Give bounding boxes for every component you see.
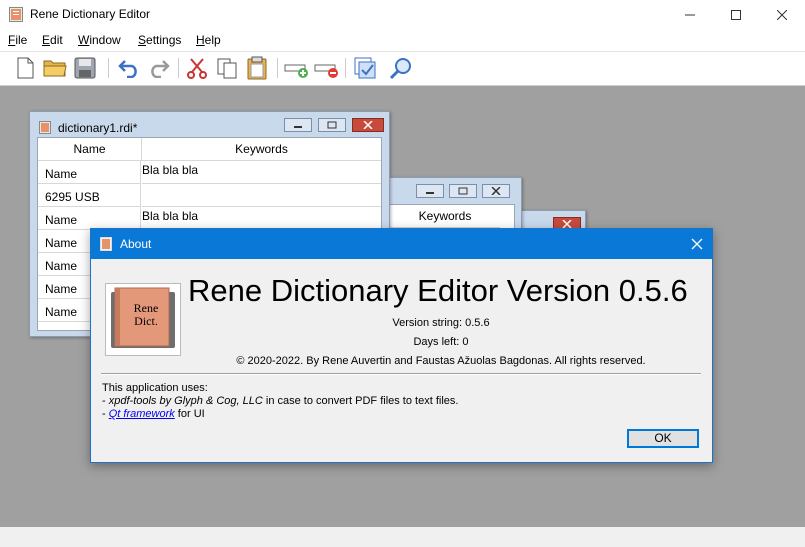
- about-dialog: About Rene Dict. Rene Dictionary Editor …: [90, 228, 713, 463]
- close-icon: [777, 10, 787, 20]
- restore-icon: [458, 187, 468, 195]
- days-left: Days left: 0: [413, 336, 469, 348]
- mdi-title: dictionary1.rdi*: [58, 121, 138, 135]
- redo-icon: [151, 60, 170, 78]
- paste-button[interactable]: [244, 55, 270, 81]
- column-header-name[interactable]: Name: [38, 138, 142, 161]
- add-row-icon: [284, 64, 308, 78]
- check-icon: [354, 57, 376, 79]
- app-title: Rene Dictionary Editor: [30, 7, 151, 21]
- menu-window[interactable]: Window: [78, 33, 121, 47]
- redo-button[interactable]: [146, 55, 172, 81]
- qt-description: for UI: [174, 408, 205, 420]
- qt-framework-link[interactable]: Qt framework: [109, 408, 175, 420]
- toolbar-separator: [178, 58, 179, 78]
- mdi-titlebar: dictionary1.rdi*: [30, 112, 389, 136]
- document-icon: [39, 121, 51, 134]
- table-cell-keywords[interactable]: [142, 184, 381, 207]
- maximize-button[interactable]: [713, 0, 759, 30]
- uses-intro: This application uses:: [102, 382, 208, 394]
- toolbar-separator: [108, 58, 109, 78]
- copyright: © 2020-2022. By Rene Auvertin and Fausta…: [236, 355, 646, 367]
- remove-row-icon: [314, 64, 338, 78]
- cut-button[interactable]: [184, 55, 210, 81]
- save-icon: [74, 57, 96, 79]
- uses-item-dash: -: [102, 408, 109, 420]
- restore-icon: [327, 121, 337, 129]
- toolbar: [0, 52, 805, 86]
- table-cell-keywords[interactable]: Bla bla bla: [142, 207, 381, 230]
- close-icon: [562, 220, 572, 228]
- new-file-button[interactable]: [12, 55, 38, 81]
- new-file-icon: [17, 57, 34, 79]
- version-string: Version string: 0.5.6: [392, 317, 490, 329]
- remove-row-button[interactable]: [314, 55, 340, 81]
- app-book-logo: Rene Dict.: [105, 283, 181, 356]
- mdi-minimize-button[interactable]: [284, 118, 312, 132]
- menu-settings[interactable]: Settings: [138, 33, 181, 47]
- about-heading: Rene Dictionary Editor Version 0.5.6: [188, 273, 688, 308]
- minimize-icon: [294, 126, 302, 128]
- book-label-line2: Dict.: [134, 314, 158, 328]
- copy-icon: [217, 58, 237, 79]
- about-close-button[interactable]: [682, 229, 712, 259]
- xpdf-tools-description: in case to convert PDF files to text fil…: [262, 395, 459, 407]
- menu-file[interactable]: File: [8, 33, 27, 47]
- xpdf-tools-credit: xpdf-tools by Glyph & Cog, LLC: [108, 395, 263, 407]
- mdi-second-close-button[interactable]: [482, 184, 510, 198]
- close-icon: [363, 121, 373, 129]
- about-dialog-title: About: [120, 237, 152, 251]
- minimize-button[interactable]: [667, 0, 713, 30]
- uses-item-xpdf: - xpdf-tools by Glyph & Cog, LLC in case…: [102, 395, 458, 407]
- column-header-keywords[interactable]: Keywords: [142, 138, 381, 161]
- undo-icon: [118, 60, 137, 78]
- check-button[interactable]: [352, 55, 378, 81]
- menu-bar: File Edit Window Settings Help: [0, 30, 805, 52]
- cut-icon: [187, 58, 207, 79]
- search-icon: [389, 58, 411, 80]
- mdi-second-minimize-button[interactable]: [416, 184, 444, 198]
- table-cell-keywords[interactable]: Bla bla bla: [142, 161, 381, 184]
- mdi-close-button[interactable]: [352, 118, 384, 132]
- mdi-restore-button[interactable]: [318, 118, 346, 132]
- app-logo-icon: [9, 7, 23, 22]
- undo-button[interactable]: [116, 55, 142, 81]
- save-button[interactable]: [72, 55, 98, 81]
- uses-item-dash: -: [102, 395, 109, 407]
- uses-item-qt: - Qt framework for UI: [102, 408, 205, 420]
- toolbar-separator: [277, 58, 278, 78]
- divider: [101, 373, 701, 375]
- search-button[interactable]: [388, 55, 414, 81]
- add-row-button[interactable]: [284, 55, 310, 81]
- minimize-icon: [426, 192, 434, 194]
- status-bar: [0, 527, 805, 547]
- menu-edit[interactable]: Edit: [42, 33, 63, 47]
- paste-icon: [247, 56, 267, 80]
- app-logo-icon: [100, 237, 112, 251]
- close-icon: [491, 187, 501, 195]
- minimize-icon: [685, 14, 695, 16]
- close-button[interactable]: [759, 0, 805, 30]
- ok-button[interactable]: OK: [627, 429, 699, 448]
- copy-button[interactable]: [214, 55, 240, 81]
- table-cell-name[interactable]: Name: [38, 207, 141, 230]
- menu-help[interactable]: Help: [196, 33, 221, 47]
- close-icon: [691, 238, 703, 250]
- open-folder-icon: [43, 60, 67, 77]
- mdi-second-restore-button[interactable]: [449, 184, 477, 198]
- maximize-icon: [731, 10, 741, 20]
- open-button[interactable]: [42, 55, 68, 81]
- app-titlebar: Rene Dictionary Editor: [0, 0, 805, 30]
- about-dialog-titlebar: About: [91, 229, 712, 259]
- column-header-keywords[interactable]: Keywords: [390, 205, 500, 228]
- table-cell-name[interactable]: 6295 USB: [38, 184, 141, 207]
- toolbar-separator: [345, 58, 346, 78]
- table-cell-name[interactable]: Name: [38, 161, 141, 184]
